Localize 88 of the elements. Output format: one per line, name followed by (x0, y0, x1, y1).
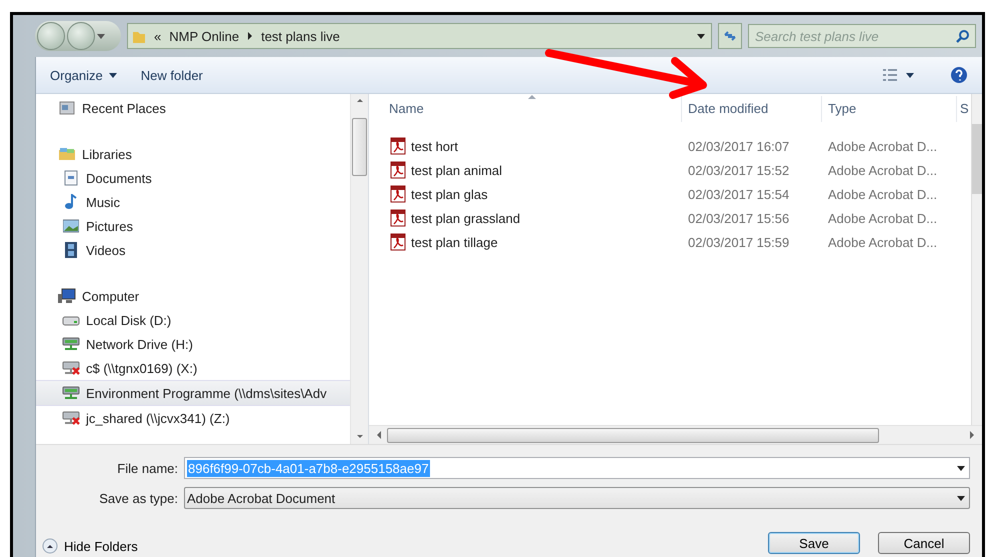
address-bar[interactable]: « NMP Online test plans live (127, 23, 712, 49)
date-modified: 02/03/2017 15:59 (687, 234, 790, 250)
breadcrumb-overflow[interactable]: « (154, 28, 162, 44)
sort-arrow-icon (527, 94, 537, 100)
computer-icon (58, 288, 76, 304)
file-type: Adobe Acrobat D... (827, 162, 938, 178)
scrollbar-thumb[interactable] (352, 118, 367, 176)
refresh-button[interactable] (718, 23, 742, 49)
pdf-file-icon (389, 233, 407, 251)
toolbar-button[interactable]: Organize (46, 66, 121, 84)
scroll-right-icon[interactable] (968, 430, 976, 440)
collapse-icon (42, 538, 58, 554)
dialog-button[interactable]: Save (768, 532, 860, 554)
file-row[interactable]: test plan glas 02/03/2017 15:54 Adobe Acrobat D... (369, 182, 971, 206)
file-row[interactable]: test plan animal 02/03/2017 15:52 Adobe Acrobat D... (369, 158, 971, 182)
file-name: test plan animal (411, 162, 502, 178)
column-header[interactable]: Date modified (682, 96, 822, 122)
navigation-item[interactable]: Computer (36, 284, 350, 308)
date-modified: 02/03/2017 15:52 (687, 162, 790, 178)
picture-icon (63, 219, 79, 233)
file-name: test plan glas (411, 186, 488, 202)
file-name-value: 896f6f99-07cb-4a01-a7b8-e2955158ae97 (187, 460, 430, 476)
document-icon (64, 170, 78, 186)
file-row[interactable]: test hort 02/03/2017 16:07 Adobe Acrobat D... (369, 134, 971, 158)
file-name-label: File name: (116, 460, 179, 476)
pdf-file-icon (389, 185, 407, 203)
file-row[interactable]: test plan grassland 02/03/2017 15:56 Adobe Acrobat D... (369, 206, 971, 230)
navigation-item[interactable]: Environment Programme (\\dms\sites\Adv (36, 380, 350, 406)
column-header[interactable]: S (957, 96, 971, 122)
scroll-left-icon[interactable] (375, 430, 383, 440)
disconnected-drive-icon (62, 361, 80, 375)
column-header[interactable]: Type (822, 96, 957, 122)
navigation-item[interactable]: Pictures (36, 214, 350, 238)
navigation-item[interactable]: c$ (\\tgnx0169) (X:) (36, 356, 350, 380)
file-type: Adobe Acrobat D... (827, 138, 938, 154)
navigation-item[interactable]: Libraries (36, 142, 350, 166)
forward-button[interactable] (67, 22, 95, 50)
navigation-item[interactable]: jc_shared (\\jcvx341) (Z:) (36, 406, 350, 430)
navigation-item[interactable]: Documents (36, 166, 350, 190)
date-modified: 02/03/2017 15:54 (687, 186, 790, 202)
file-name: test hort (411, 138, 458, 154)
scrollbar[interactable] (971, 94, 982, 425)
hide-folders-button[interactable]: Hide Folders (42, 538, 138, 554)
disconnected-drive-icon (62, 411, 80, 425)
horizontal-scrollbar[interactable] (369, 425, 982, 444)
save-as-type-dropdown[interactable]: Adobe Acrobat Document (184, 487, 970, 509)
search-field[interactable]: Search test plans live (748, 24, 976, 48)
pdf-file-icon (389, 209, 407, 227)
scrollbar[interactable] (350, 94, 368, 444)
dropdown-arrow-icon[interactable] (957, 496, 965, 500)
save-as-type-label: Save as type: (98, 490, 179, 506)
scrollbar-thumb[interactable] (972, 124, 982, 194)
dropdown-arrow-icon[interactable] (697, 34, 705, 38)
file-type: Adobe Acrobat D... (827, 210, 938, 226)
breadcrumb[interactable]: test plans live (261, 28, 340, 44)
navigation-item[interactable]: Recent Places (36, 96, 350, 120)
refresh-icon (723, 30, 737, 42)
film-icon (64, 242, 78, 258)
pdf-file-icon (389, 137, 407, 155)
back-button[interactable] (37, 22, 65, 50)
library-icon (58, 146, 76, 162)
music-note-icon (64, 194, 78, 210)
file-type: Adobe Acrobat D... (827, 234, 938, 250)
view-list-icon[interactable] (882, 68, 898, 82)
network-drive-icon (62, 386, 80, 400)
toolbar-button[interactable]: New folder (136, 66, 207, 84)
file-name: test plan grassland (411, 210, 520, 226)
navigation-item[interactable]: Network Drive (H:) (36, 332, 350, 356)
date-modified: 02/03/2017 16:07 (687, 138, 790, 154)
file-row[interactable]: test plan tillage 02/03/2017 15:59 Adobe Acrobat D... (369, 230, 971, 254)
save-as-type-value: Adobe Acrobat Document (187, 490, 336, 506)
date-modified: 02/03/2017 15:56 (687, 210, 790, 226)
network-drive-icon (62, 337, 80, 351)
navigation-item[interactable]: Videos (36, 238, 350, 262)
navigation-item[interactable]: Local Disk (D:) (36, 308, 350, 332)
breadcrumb-arrow-icon (247, 32, 254, 40)
search-icon[interactable] (956, 29, 970, 43)
navigation-item[interactable]: Music (36, 190, 350, 214)
dropdown-arrow-icon (108, 72, 117, 78)
dialog-button[interactable]: Cancel (878, 532, 970, 554)
file-type: Adobe Acrobat D... (827, 186, 938, 202)
pdf-file-icon (389, 161, 407, 179)
file-name: test plan tillage (411, 234, 498, 250)
help-icon[interactable] (950, 66, 968, 84)
breadcrumb[interactable]: NMP Online (169, 28, 240, 44)
dropdown-arrow-icon[interactable] (957, 466, 965, 470)
dropdown-arrow-icon[interactable] (906, 72, 914, 78)
recent-places-icon (59, 100, 75, 116)
